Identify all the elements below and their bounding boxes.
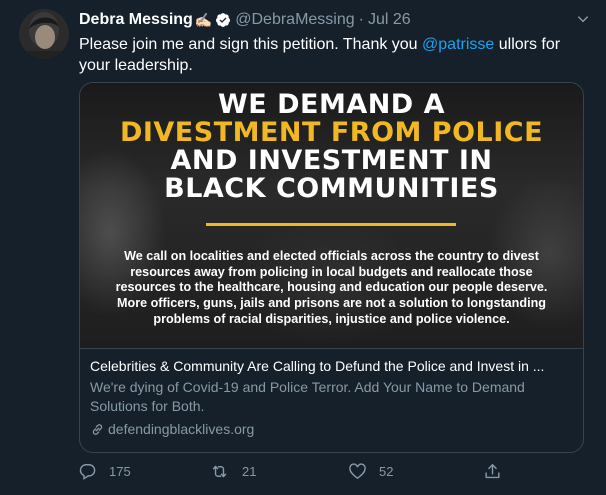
reply-count: 175 [109,464,131,479]
separator-dot: · [358,11,364,28]
tweet-actions: 175 21 52 [78,462,598,482]
reply-button[interactable]: 175 [78,462,131,481]
display-name[interactable]: Debra Messing [79,11,193,29]
card-title: Celebrities & Community Are Calling to D… [90,358,545,374]
headline-line-highlight: DIVESTMENT FROM POLICE [119,117,544,148]
chevron-down-icon[interactable] [574,10,592,28]
gold-divider [206,223,456,226]
tweet-text: Please join me and sign this petition. T… [79,34,579,76]
card-image[interactable]: WE DEMAND A DIVESTMENT FROM POLICE AND I… [80,83,583,348]
avatar[interactable] [19,9,69,59]
headline-line: AND INVESTMENT IN [170,145,493,176]
retweet-button[interactable]: 21 [209,462,256,481]
like-icon [349,463,366,480]
writing-hand-emoji: ✍🏻 [194,11,213,28]
card-image-body: We call on localities and elected offici… [115,249,548,326]
tweet[interactable]: Debra Messing ✍🏻 @DebraMessing · Jul 26 … [0,0,606,495]
retweet-count: 21 [242,464,257,479]
card-image-headline: WE DEMAND A DIVESTMENT FROM POLICE AND I… [80,91,583,203]
reply-icon [79,464,96,480]
link-card[interactable]: WE DEMAND A DIVESTMENT FROM POLICE AND I… [79,82,584,453]
handle[interactable]: @DebraMessing [235,11,354,29]
mention-link[interactable]: @patrisse [422,36,494,53]
card-link: defendingblacklives.org [90,421,573,437]
link-icon [92,423,103,435]
tweet-text-part: Please join me and sign this petition. T… [79,36,423,53]
like-button[interactable]: 52 [348,462,393,481]
share-icon [485,464,500,479]
like-count: 52 [379,464,394,479]
card-description: We're dying of Covid-19 and Police Terro… [90,379,525,414]
verified-icon [215,12,231,28]
headline-line: WE DEMAND A [217,89,446,120]
timestamp[interactable]: Jul 26 [368,11,411,29]
retweet-icon [212,465,227,478]
card-info[interactable]: Celebrities & Community Are Calling to D… [80,348,583,452]
card-domain: defendingblacklives.org [108,421,255,437]
tweet-header: Debra Messing ✍🏻 @DebraMessing · Jul 26 [79,10,411,30]
headline-line: BLACK COMMUNITIES [164,173,499,204]
share-button[interactable] [483,462,514,481]
